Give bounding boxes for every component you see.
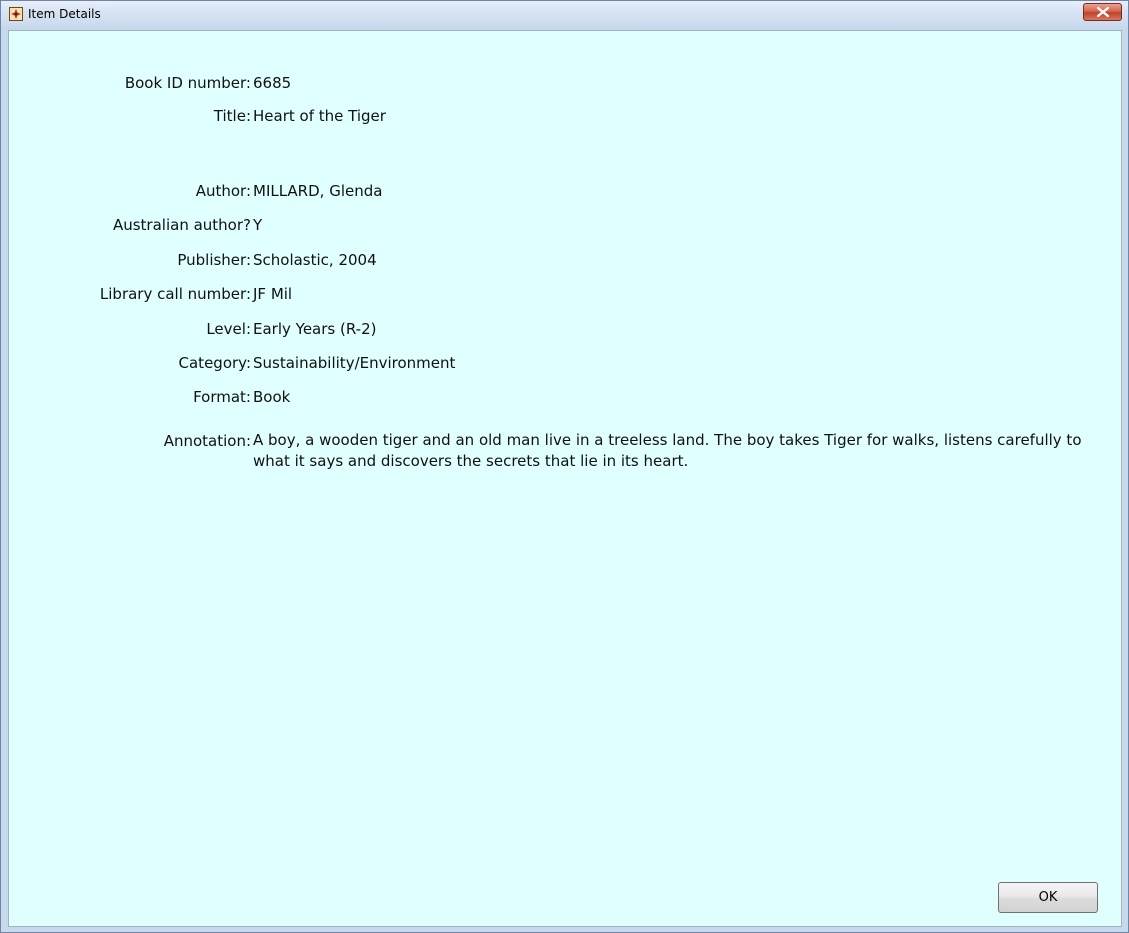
title-value: Heart of the Tiger [253, 107, 386, 125]
call-number-label: Library call number: [99, 285, 251, 303]
book-id-value: 6685 [253, 74, 292, 92]
australian-author-row: Australian author? Y [9, 215, 1121, 235]
item-details-window: Item Details Book ID number: 6685 Title:… [0, 0, 1129, 933]
title-row: Title: Heart of the Tiger [9, 106, 1121, 126]
level-row: Level: Early Years (R-2) [9, 319, 1121, 339]
author-value: MILLARD, Glenda [253, 182, 383, 200]
author-label: Author: [195, 182, 251, 200]
category-label: Category: [178, 354, 251, 372]
category-row: Category: Sustainability/Environment [9, 353, 1121, 373]
title-bar[interactable]: Item Details [1, 1, 1128, 30]
publisher-value: Scholastic, 2004 [253, 251, 377, 269]
format-value: Book [253, 388, 291, 406]
level-value: Early Years (R-2) [253, 320, 377, 338]
item-details-panel: Book ID number: 6685 Title: Heart of the… [8, 30, 1122, 927]
call-number-value: JF Mil [253, 285, 293, 303]
call-number-row: Library call number: JF Mil [9, 284, 1121, 304]
close-button[interactable] [1083, 3, 1122, 21]
close-icon [1097, 7, 1109, 17]
author-row: Author: MILLARD, Glenda [9, 181, 1121, 201]
format-row: Format: Book [9, 387, 1121, 407]
book-id-label: Book ID number: [124, 74, 251, 92]
window-title: Item Details [28, 7, 101, 21]
ok-button[interactable]: OK [998, 882, 1098, 913]
category-value: Sustainability/Environment [253, 354, 456, 372]
annotation-label: Annotation: [163, 432, 251, 450]
book-id-row: Book ID number: 6685 [9, 73, 1121, 93]
app-icon[interactable] [9, 7, 23, 21]
publisher-label: Publisher: [177, 251, 251, 269]
australian-author-label: Australian author? [112, 216, 251, 234]
publisher-row: Publisher: Scholastic, 2004 [9, 250, 1121, 270]
format-label: Format: [193, 388, 251, 406]
level-label: Level: [206, 320, 251, 338]
australian-author-value: Y [253, 216, 263, 234]
annotation-value: A boy, a wooden tiger and an old man liv… [253, 431, 1082, 470]
title-label: Title: [213, 107, 251, 125]
